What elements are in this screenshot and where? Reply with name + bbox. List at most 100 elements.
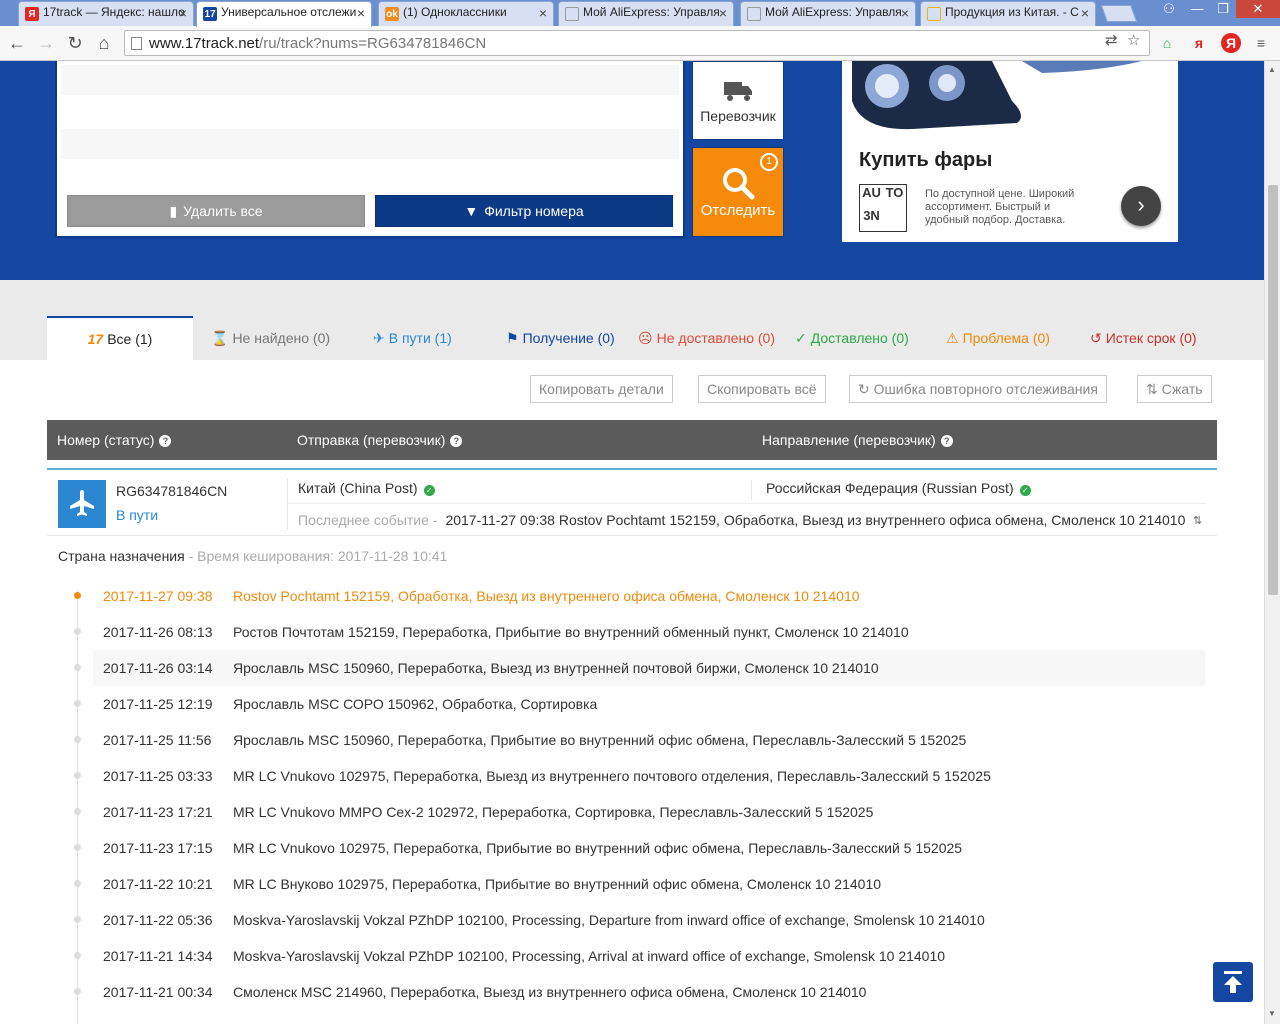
timeline-event: 2017-11-21 00:34 Смоленск MSC 214960, Пер… [93, 974, 1205, 1010]
event-description: Ярославль MSC 150960, Переработка, Выезд… [233, 660, 879, 676]
event-time: 2017-11-25 11:56 [103, 732, 212, 748]
close-tab-icon[interactable]: × [179, 5, 187, 21]
timeline-event: 2017-11-23 17:21 MR LC Vnukovo MMPO Cex-2… [93, 794, 1205, 830]
timeline-dot-icon [74, 988, 81, 995]
timeline-dot-icon [74, 880, 81, 887]
help-icon[interactable]: ? [940, 435, 953, 447]
parcel-row[interactable]: RG634781846CN В пути Китай (China Post) ✓… [47, 468, 1217, 536]
scroll-to-top-button[interactable] [1213, 962, 1253, 1002]
browser-toolbar: ← → ↻ ⌂ www.17track.net/ru/track?nums=RG… [0, 26, 1280, 61]
yandex-icon[interactable]: я [1189, 33, 1209, 53]
vertical-scrollbar[interactable]: ▲ ▼ [1264, 61, 1280, 1024]
tab-all[interactable]: 17 Все (1) [47, 316, 193, 360]
user-icon[interactable]: ⚇ [1154, 0, 1184, 18]
close-tab-icon[interactable]: × [539, 5, 547, 21]
last-event-label: Последнее событие - [298, 512, 438, 528]
timeline-event: 2017-11-26 03:14 Ярославль MSC 150960, Пе… [93, 650, 1205, 686]
tab-delivered[interactable]: ✓ Доставлено (0) [795, 317, 909, 360]
browser-tab[interactable]: ok (1) Одноклассники × [378, 1, 554, 26]
origin-carrier: Китай (China Post) ✓ [298, 480, 435, 496]
restore-button[interactable]: ❐ [1210, 0, 1236, 18]
event-description: Rostov Pochtamt 152159, Обработка, Выезд… [233, 588, 860, 604]
help-icon[interactable]: ? [159, 435, 172, 447]
browser-tab[interactable]: Я 17track — Яндекс: нашло × [18, 1, 194, 26]
check-icon: ✓ [795, 330, 807, 346]
origin-carrier-label: Китай (China Post) [298, 480, 418, 496]
retrack-error-label: Ошибка повторного отслеживания [873, 381, 1098, 397]
chevron-right-icon[interactable]: › [1121, 186, 1161, 226]
delete-all-button[interactable]: ▮ Удалить все [67, 195, 365, 227]
timeline-dot-icon [74, 916, 81, 923]
address-bar[interactable]: www.17track.net/ru/track?nums=RG63478184… [124, 30, 1150, 56]
timeline-event: 2017-11-22 10:21 MR LC Внуково 102975, Пе… [93, 866, 1205, 902]
tracking-number[interactable]: RG634781846CN [116, 483, 227, 499]
menu-icon[interactable]: ≡ [1251, 33, 1271, 53]
bookmark-star-icon[interactable]: ☆ [1127, 31, 1140, 49]
close-window-button[interactable]: ✕ [1236, 0, 1280, 18]
advertisement[interactable]: Купить фары AU TO 3N По доступной цене. … [842, 61, 1178, 242]
tab-expired[interactable]: ↺ Истек срок (0) [1090, 317, 1197, 360]
timeline-event: 2017-11-21 14:34 Moskva-Yaroslavskij Vokz… [93, 938, 1205, 974]
copy-details-button[interactable]: Копировать детали [530, 375, 673, 403]
forward-icon[interactable]: → [35, 32, 57, 54]
event-time: 2017-11-21 14:34 [103, 948, 213, 964]
help-icon[interactable]: ? [450, 435, 463, 447]
favicon-icon: ok [385, 7, 399, 21]
tab-problem[interactable]: ⚠ Проблема (0) [946, 317, 1050, 360]
back-icon[interactable]: ← [6, 32, 28, 54]
url-host: www.17track.net [149, 35, 260, 52]
favicon-icon: 17 [203, 7, 217, 21]
event-description: MR LC Vnukovo MMPO Cex-2 102972, Перераб… [233, 804, 874, 820]
browser-tab[interactable]: 17 Универсальное отслежи × [196, 1, 372, 27]
tab-title: Универсальное отслежи [221, 5, 357, 19]
event-description: Ярославль MSC СОРО 150962, Обработка, Со… [233, 696, 598, 712]
timeline-dot-icon [74, 628, 81, 635]
refresh-icon: ↻ [858, 381, 870, 397]
close-tab-icon[interactable]: × [357, 5, 365, 21]
tab-not-found[interactable]: ⌛ Не найдено (0) [211, 317, 330, 360]
col-dest-header: Направление (перевозчик)? [762, 432, 953, 448]
tab-pickup[interactable]: ⚑ Получение (0) [506, 317, 615, 360]
home-icon[interactable]: ⌂ [93, 32, 115, 54]
new-tab-button[interactable] [1100, 5, 1138, 22]
event-time: 2017-11-26 08:13 [103, 624, 213, 640]
page-viewport: ▮ Удалить все ▼ Фильтр номера Перевозчик… [0, 61, 1264, 1024]
expand-icon[interactable]: ⇅ [1193, 514, 1202, 527]
tab-undelivered[interactable]: ☹ Не доставлено (0) [638, 317, 775, 360]
results-table-header: Номер (статус)? Отправка (перевозчик)? Н… [47, 420, 1217, 460]
tab-in-transit[interactable]: ✈ В пути (1) [373, 317, 452, 360]
retrack-error-button[interactable]: ↻ Ошибка повторного отслеживания [849, 375, 1107, 403]
close-tab-icon[interactable]: × [1081, 5, 1089, 21]
event-time: 2017-11-27 09:38 [103, 588, 213, 604]
yandex-browser-icon[interactable]: Я [1221, 33, 1241, 53]
browser-tab[interactable]: Мой AliExpress: Управля × [740, 1, 916, 26]
collapse-button[interactable]: ⇅ Сжать [1137, 375, 1212, 403]
browser-tab[interactable]: Мой AliExpress: Управля × [558, 1, 734, 26]
plane-icon: ✈ [373, 330, 385, 346]
logo-text: AU [862, 185, 881, 200]
scroll-down-icon[interactable]: ▼ [1268, 1009, 1276, 1018]
track-button[interactable]: 1 Отследить [692, 147, 784, 237]
browser-tab[interactable]: Продукция из Китая. - С × [920, 1, 1096, 26]
divider [751, 480, 752, 500]
close-tab-icon[interactable]: × [719, 5, 727, 21]
carrier-button[interactable]: Перевозчик [692, 61, 784, 140]
scrollbar-thumb[interactable] [1268, 185, 1278, 595]
event-description: MR LC Vnukovo 102975, Переработка, Прибы… [233, 840, 963, 856]
status-filter-tabs: 17 Все (1) ⌛ Не найдено (0) ✈ В пути (1) ⚑ П… [0, 280, 1264, 360]
plane-icon [58, 480, 106, 528]
extension-home-icon[interactable]: ⌂ [1157, 33, 1177, 53]
timeline-dot-icon [74, 664, 81, 671]
reload-icon[interactable]: ↻ [64, 32, 86, 54]
hero-band: ▮ Удалить все ▼ Фильтр номера Перевозчик… [0, 61, 1264, 280]
copy-all-button[interactable]: Скопировать всё [698, 375, 826, 403]
timeline-dot-icon [74, 844, 81, 851]
scroll-up-icon[interactable]: ▲ [1268, 65, 1276, 74]
close-tab-icon[interactable]: × [901, 5, 909, 21]
destination-country-line: Страна назначения - Время кеширования: 2… [58, 548, 447, 564]
translate-icon[interactable]: ⇄ [1105, 31, 1118, 49]
minimize-button[interactable]: — [1184, 0, 1210, 18]
delete-all-label: Удалить все [183, 203, 263, 219]
filter-numbers-button[interactable]: ▼ Фильтр номера [375, 195, 673, 227]
timeline-dot-icon [74, 592, 81, 599]
